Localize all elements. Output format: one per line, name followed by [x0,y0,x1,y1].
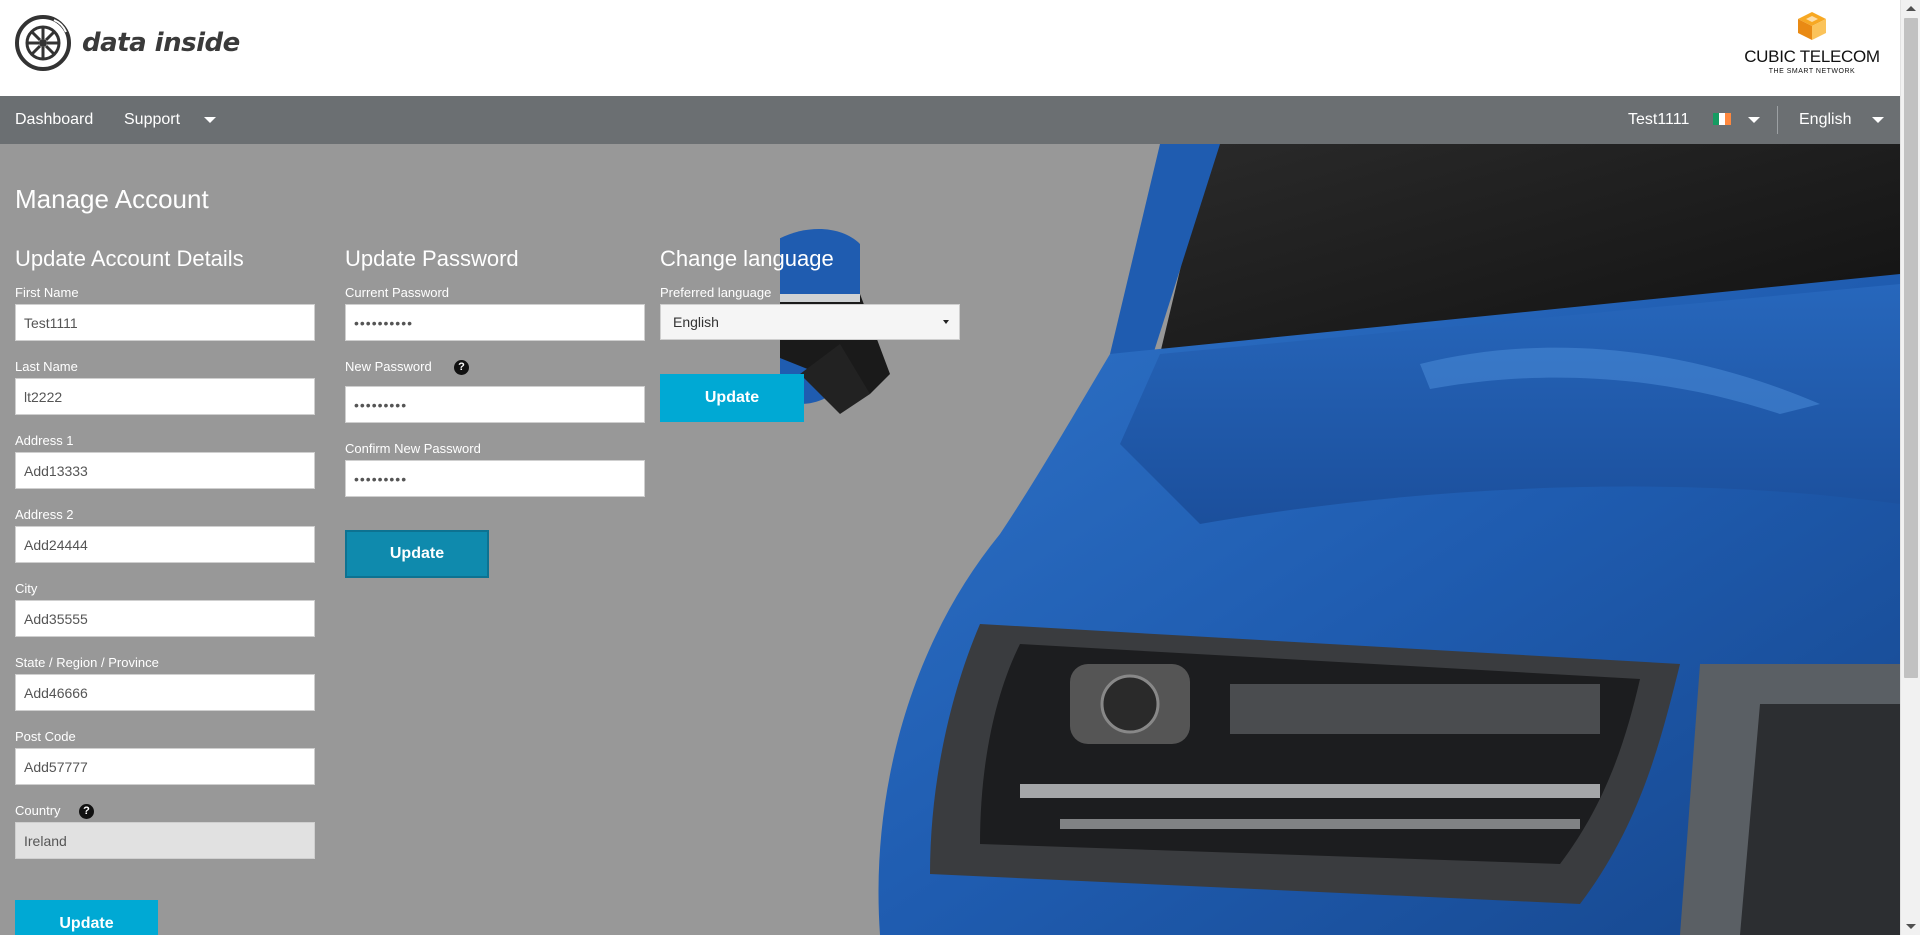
address2-label: Address 2 [15,507,74,522]
address1-label: Address 1 [15,433,74,448]
preferred-language-select[interactable]: English [660,304,960,340]
select-chevron-down-icon [943,320,949,324]
data-inside-logo[interactable]: data inside [14,14,240,72]
user-chevron-down-icon[interactable] [1748,117,1760,123]
last-name-label: Last Name [15,359,78,374]
current-password-field[interactable] [345,304,645,341]
city-label: City [15,581,38,596]
update-password-button[interactable]: Update [345,530,489,578]
ireland-flag-icon [1713,113,1731,125]
city-field[interactable] [15,600,315,637]
cubic-telecom-logo: CUBIC TELECOM THE SMART NETWORK [1742,12,1882,75]
confirm-password-label: Confirm New Password [345,441,481,456]
new-password-help-icon[interactable]: ? [454,360,469,375]
state-label: State / Region / Province [15,655,159,670]
main-content: Manage Account Update Account Details Fi… [0,144,1900,935]
preferred-language-label: Preferred language [660,285,772,300]
page-scrollbar[interactable] [1900,0,1920,935]
logo-text: data inside [82,28,240,58]
current-password-label: Current Password [345,285,450,300]
account-section-title: Update Account Details [15,246,244,271]
car-background-image [780,144,1900,935]
confirm-password-field[interactable] [345,460,645,497]
site-header: data inside CUBIC TELECOM THE SMART NETW… [0,0,1900,96]
scroll-down-arrow-icon[interactable] [1906,924,1916,929]
postcode-field[interactable] [15,748,315,785]
postcode-label: Post Code [15,729,76,744]
first-name-field[interactable] [15,304,315,341]
country-field [15,822,315,859]
password-section-title: Update Password [345,246,519,271]
new-password-label: New Password [345,359,432,374]
last-name-field[interactable] [15,378,315,415]
top-nav: Dashboard Support Test1111 English [0,96,1900,144]
wheel-logo-icon [15,15,71,71]
nav-user[interactable]: Test1111 [1628,96,1689,144]
state-field[interactable] [15,674,315,711]
country-label: Country [15,803,61,818]
support-chevron-down-icon[interactable] [204,117,216,123]
address1-field[interactable] [15,452,315,489]
nav-dashboard[interactable]: Dashboard [15,96,93,144]
language-section-title: Change language [660,246,834,271]
scroll-thumb[interactable] [1904,18,1918,678]
cube-icon [1798,12,1826,40]
address2-field[interactable] [15,526,315,563]
new-password-field[interactable] [345,386,645,423]
brand-tagline: THE SMART NETWORK [1768,68,1856,75]
language-chevron-down-icon[interactable] [1872,117,1884,123]
update-account-button[interactable]: Update [15,900,158,935]
nav-language[interactable]: English [1799,96,1851,144]
nav-divider [1777,106,1778,134]
selected-language: English [673,314,719,330]
page-title: Manage Account [15,184,209,214]
update-language-button[interactable]: Update [660,374,804,422]
brand-name: CUBIC TELECOM [1744,47,1880,66]
nav-support[interactable]: Support [124,96,180,144]
country-help-icon[interactable]: ? [79,804,94,819]
first-name-label: First Name [15,285,79,300]
scroll-up-arrow-icon[interactable] [1906,6,1916,11]
